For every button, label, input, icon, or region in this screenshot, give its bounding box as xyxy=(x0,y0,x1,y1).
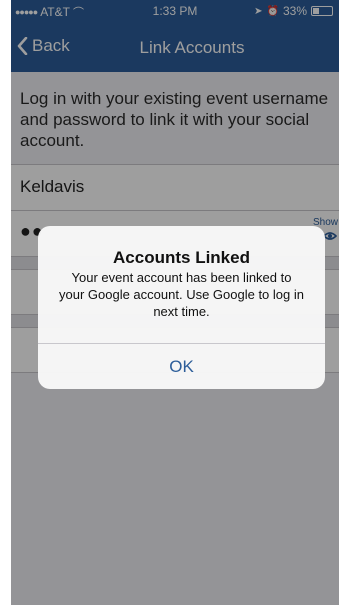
ok-button[interactable]: OK xyxy=(38,344,325,389)
alert-title: Accounts Linked xyxy=(113,248,250,267)
alert-message: Your event account has been linked to yo… xyxy=(59,270,304,319)
phone-screen: ●●●●● AT&T ⌒ 1:33 PM ➤ ⏰ 33% Back Link A… xyxy=(11,0,339,605)
accounts-linked-alert: Accounts Linked Your event account has b… xyxy=(38,226,325,389)
